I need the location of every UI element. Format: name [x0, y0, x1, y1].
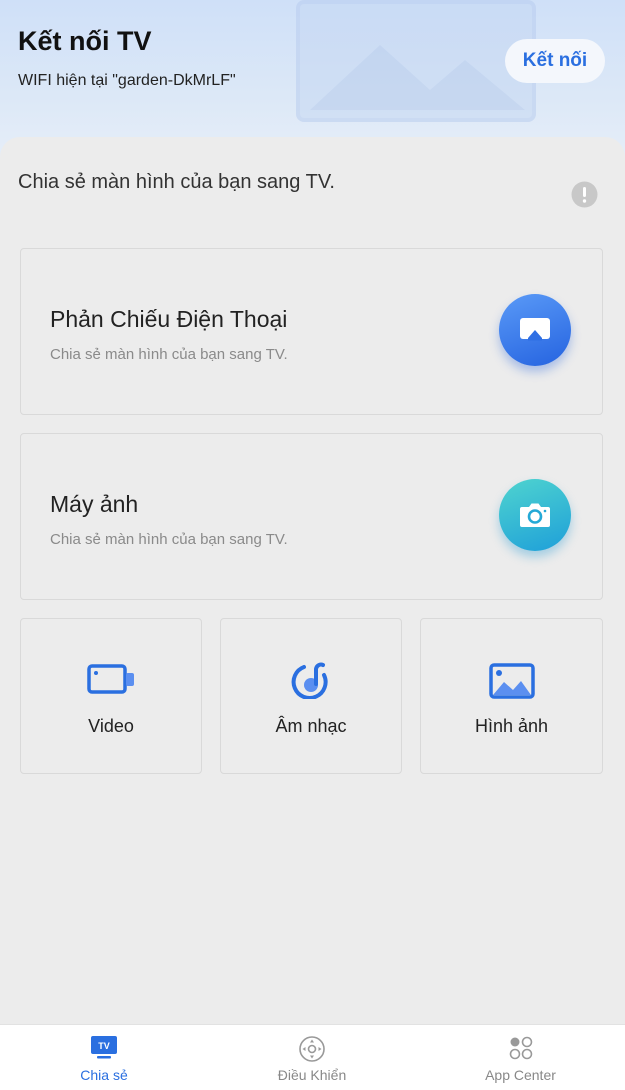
video-label: Video — [88, 716, 134, 736]
tab-control-label: Điều Khiển — [277, 1067, 347, 1083]
camera-button[interactable] — [499, 479, 571, 551]
header: Kết nối TV WIFI hiện tại "garden-DkMrLF"… — [0, 0, 625, 160]
tab-app-center[interactable]: App Center — [416, 1025, 625, 1090]
connect-button[interactable]: Kết nối — [505, 39, 605, 83]
music-label: Âm nhạc — [275, 716, 347, 736]
screen-mirror-desc: Chia sẻ màn hình của bạn sang TV. — [50, 346, 288, 363]
tab-share-label: Chia sẻ — [80, 1067, 128, 1083]
main-content: Chia sẻ màn hình của bạn sang TV. Phản C… — [0, 137, 625, 1024]
tab-app-center-label: App Center — [485, 1067, 556, 1083]
music-card[interactable]: Âm nhạc — [220, 618, 402, 774]
camera-desc: Chia sẻ màn hình của bạn sang TV. — [50, 531, 288, 548]
video-card[interactable]: Video — [20, 618, 202, 774]
screen-mirror-icon — [520, 318, 550, 341]
wifi-status: WIFI hiện tại "garden-DkMrLF" — [18, 72, 236, 89]
bottom-tab-bar: TV Chia sẻ Điều Khiển App Center — [0, 1024, 625, 1090]
camera-title: Máy ảnh — [50, 491, 139, 517]
image-icon — [488, 663, 535, 699]
video-icon — [87, 664, 134, 694]
screen-mirror-button[interactable] — [499, 294, 571, 366]
tab-share[interactable]: TV Chia sẻ — [0, 1025, 208, 1090]
music-icon — [291, 662, 328, 699]
camera-icon — [520, 503, 550, 527]
tv-icon: TV — [91, 1036, 117, 1059]
app-grid-icon — [509, 1036, 532, 1060]
image-label: Hình ảnh — [474, 716, 549, 736]
tv-icon-text: TV — [98, 1041, 110, 1051]
image-card[interactable]: Hình ảnh — [420, 618, 603, 774]
camera-card[interactable]: Máy ảnh Chia sẻ màn hình của bạn sang TV… — [20, 433, 603, 600]
screen-mirror-card[interactable]: Phản Chiếu Điện Thoại Chia sẻ màn hình c… — [20, 248, 603, 415]
remote-control-icon — [299, 1036, 325, 1062]
screen-mirror-title: Phản Chiếu Điện Thoại — [50, 306, 288, 332]
info-icon[interactable] — [571, 181, 598, 208]
page-title: Kết nối TV — [18, 26, 152, 56]
section-subtitle: Chia sẻ màn hình của bạn sang TV. — [18, 171, 335, 193]
tab-control[interactable]: Điều Khiển — [208, 1025, 416, 1090]
